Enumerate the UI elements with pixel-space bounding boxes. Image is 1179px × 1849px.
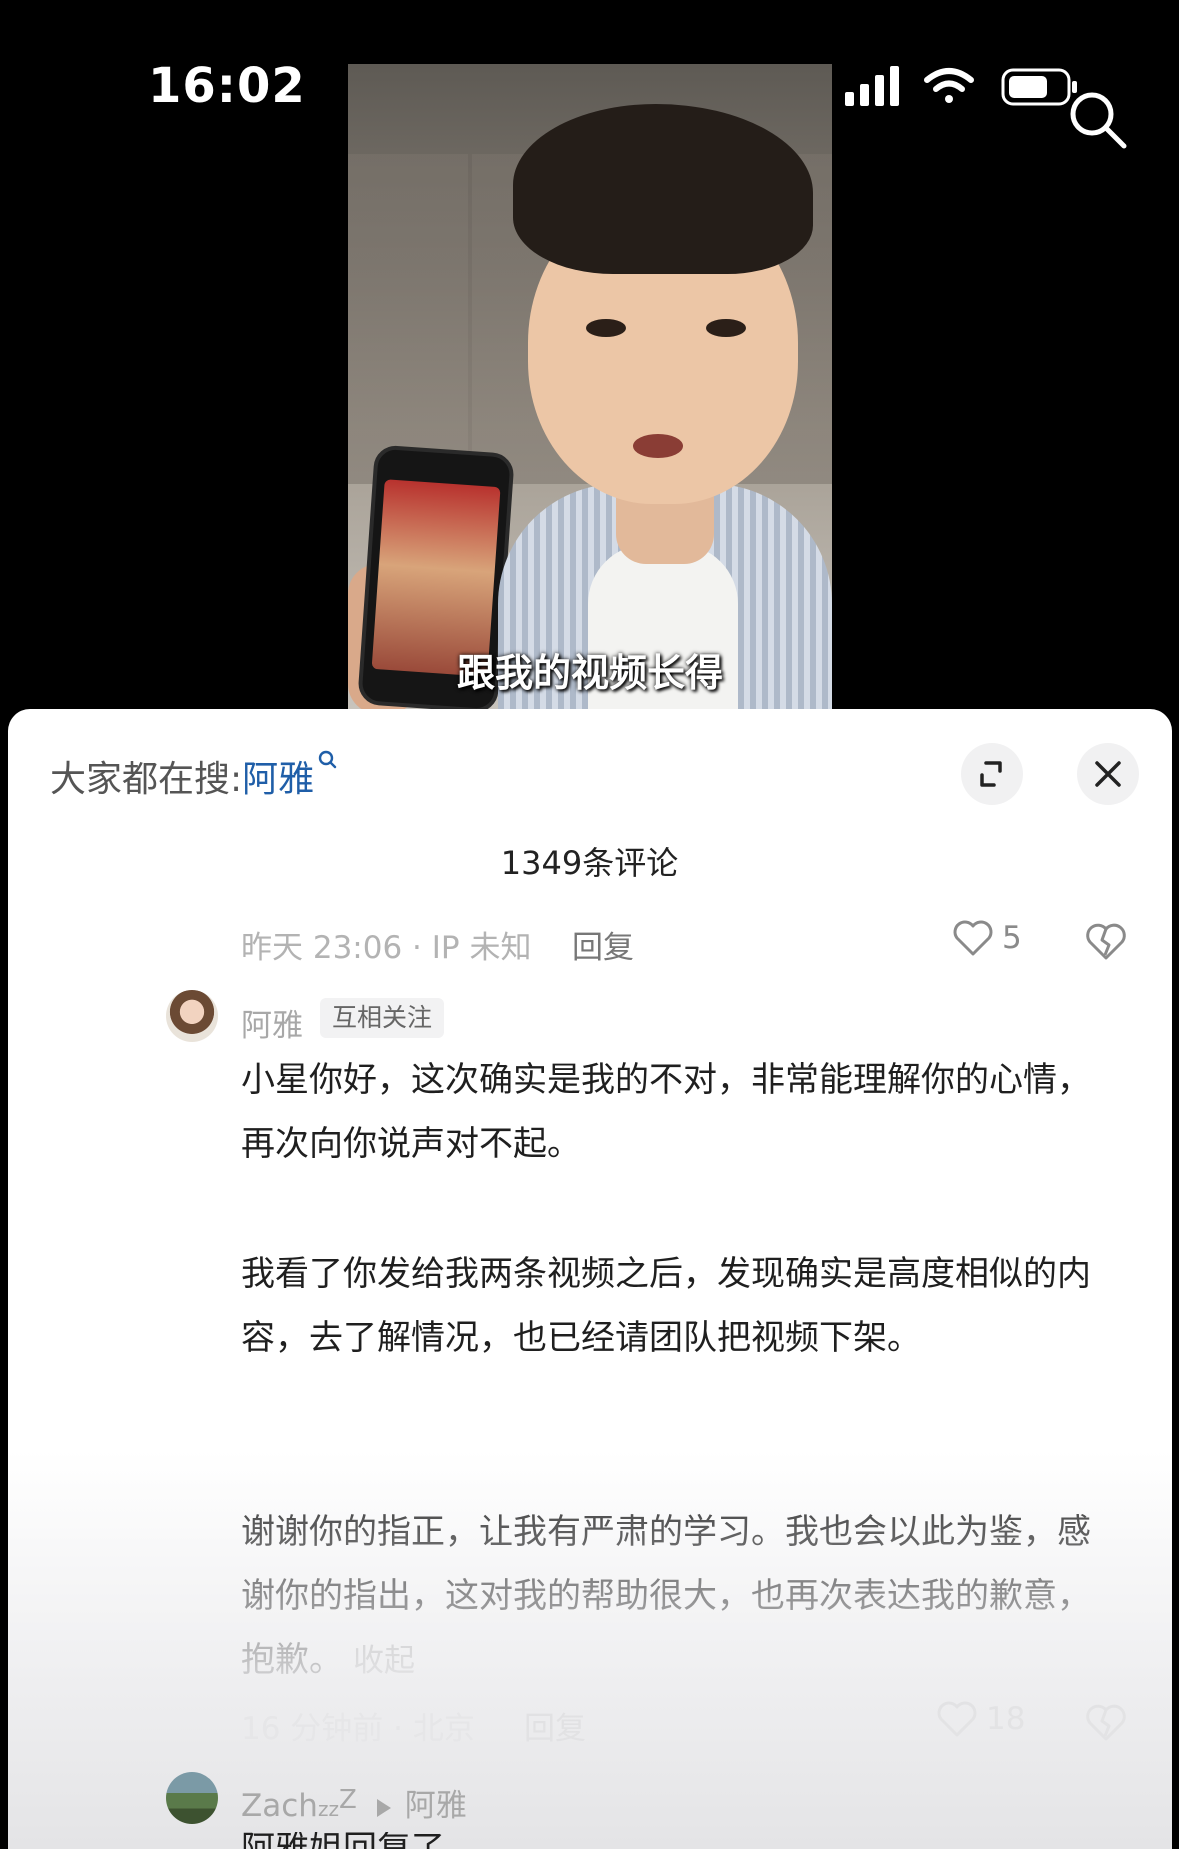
reply-username-row[interactable]: ZachzzZ 阿雅 — [241, 1780, 467, 1825]
keyword-search-icon — [318, 750, 337, 769]
reply-text-partial: 阿雅姐回复了 — [241, 1832, 445, 1849]
comment-count-title: 1349条评论 — [500, 844, 679, 882]
heart-icon — [937, 1701, 977, 1737]
video-subtitle: 跟我的视频长得 — [456, 651, 723, 695]
video-person-eye — [706, 319, 746, 337]
wifi-icon — [924, 68, 974, 103]
comment-meta: 16 分钟前 · 北京 — [241, 1711, 475, 1747]
collapse-button[interactable]: 收起 — [353, 1643, 415, 1679]
status-indicators — [845, 66, 1077, 106]
comment-paragraph: 我看了你发给我两条视频之后，发现确实是高度相似的内容，去了解情况，也已经请团队把… — [241, 1254, 1091, 1358]
video-person-eye — [586, 319, 626, 337]
comment-like-button[interactable]: 18 — [936, 1699, 1025, 1739]
heart-icon — [953, 920, 993, 956]
comment-reply-button[interactable]: 回复 — [524, 1703, 586, 1748]
close-icon — [1095, 761, 1121, 787]
prev-comment-like-count: 5 — [1002, 920, 1022, 956]
comment-like-count: 18 — [986, 1701, 1026, 1737]
username-suffix: z — [328, 1797, 339, 1821]
expand-icon — [980, 761, 1002, 787]
trending-search-keyword[interactable]: 阿雅 — [242, 759, 314, 800]
expand-button[interactable] — [961, 743, 1023, 805]
prev-comment-reply-button[interactable]: 回复 — [572, 922, 634, 967]
reply-username[interactable]: Zach — [241, 1788, 318, 1824]
cellular-signal-icon — [845, 66, 899, 106]
prev-comment-meta: 昨天 23:06 · IP 未知 — [241, 930, 532, 966]
broken-heart-icon[interactable] — [1083, 1699, 1129, 1745]
video-person-hair — [513, 104, 813, 274]
trending-search[interactable]: 大家都在搜:阿雅 — [50, 750, 338, 802]
reply-to-username[interactable]: 阿雅 — [405, 1788, 467, 1824]
search-icon[interactable] — [1066, 88, 1130, 152]
trending-search-prefix: 大家都在搜: — [50, 759, 243, 800]
comment-username[interactable]: 阿雅 — [241, 1000, 303, 1045]
status-time: 16:02 — [148, 58, 306, 114]
video-player[interactable]: 跟我的视频长得 — [348, 64, 832, 710]
username-suffix: Z — [338, 1785, 357, 1815]
username-suffix: z — [317, 1797, 329, 1821]
close-button[interactable] — [1077, 743, 1139, 805]
mutual-follow-badge: 互相关注 — [320, 998, 445, 1038]
comment-paragraph-with-collapse: 谢谢你的指正，让我有严肃的学习。我也会以此为鉴，感谢你的指出，这对我的帮助很大，… — [241, 1500, 1111, 1693]
comment-paragraph: 小星你好，这次确实是我的不对，非常能理解你的心情，再次向你说声对不起。 — [241, 1060, 1091, 1164]
broken-heart-icon[interactable] — [1083, 918, 1129, 964]
video-person-mouth — [633, 434, 683, 458]
avatar[interactable] — [166, 990, 218, 1042]
prev-comment-like-button[interactable]: 5 — [952, 918, 1022, 958]
reply-arrow-icon — [376, 1798, 391, 1817]
avatar[interactable] — [166, 1772, 218, 1824]
